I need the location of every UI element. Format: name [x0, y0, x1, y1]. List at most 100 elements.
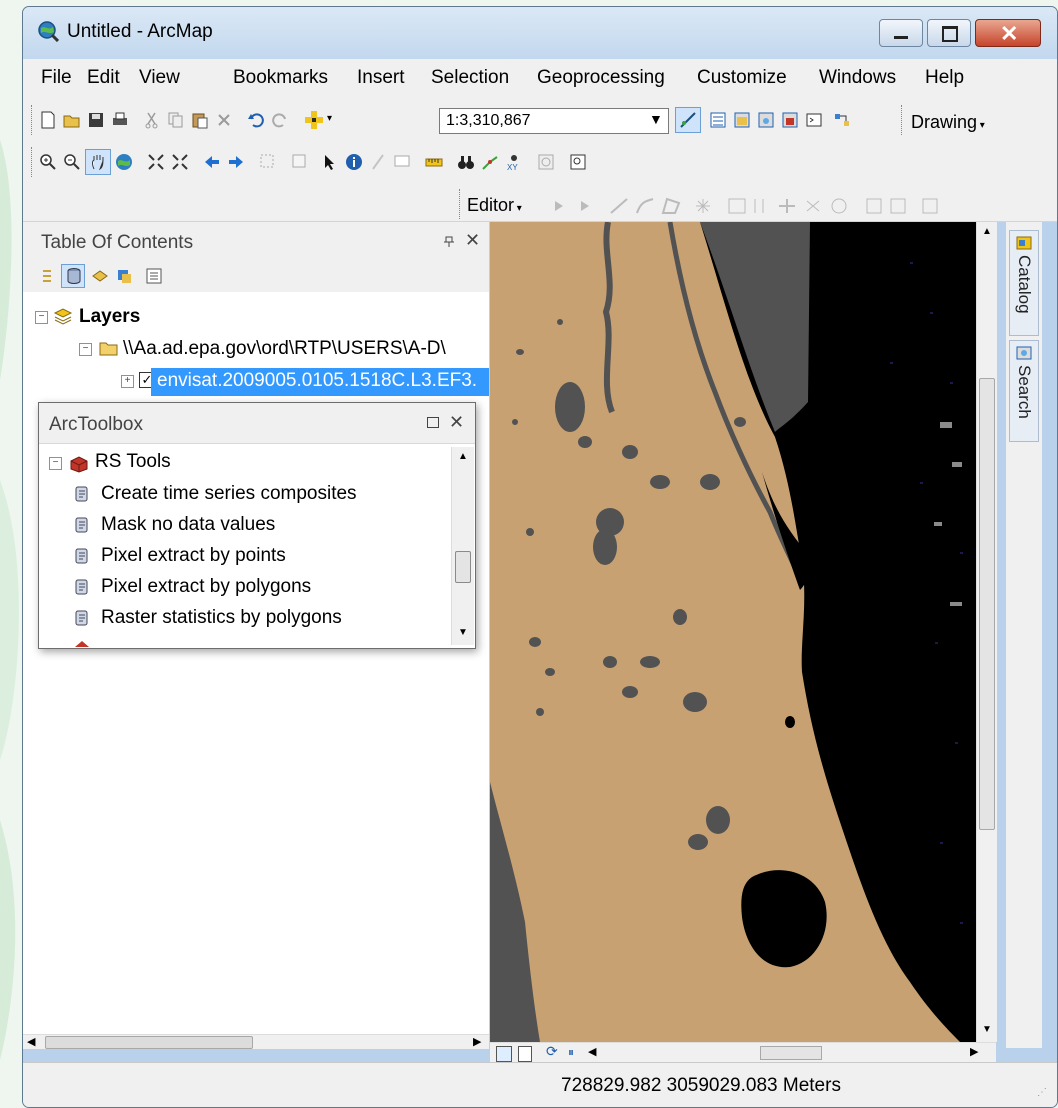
scroll-up-icon[interactable]: ▲	[982, 226, 992, 237]
editor-menu[interactable]: Editor ▾	[467, 195, 522, 216]
minimize-button[interactable]	[879, 19, 923, 47]
layers-collapse-toggle[interactable]: −	[35, 311, 48, 324]
add-data-icon[interactable]	[303, 109, 325, 131]
menu-insert[interactable]: Insert	[357, 67, 405, 89]
scroll-thumb[interactable]	[45, 1036, 253, 1049]
arctoolbox-header[interactable]: ArcToolbox ✕	[39, 403, 475, 444]
magnifier-window-icon[interactable]	[569, 153, 587, 171]
scroll-down-icon[interactable]: ▼	[982, 1024, 992, 1035]
catalog-tab[interactable]: Catalog	[1009, 230, 1039, 336]
map-vertical-scrollbar[interactable]: ▲ ▼	[976, 222, 997, 1042]
folder-collapse-toggle[interactable]: −	[79, 343, 92, 356]
html-popup-icon[interactable]	[393, 153, 411, 171]
toolbar-grip[interactable]	[31, 147, 35, 177]
select-features-icon[interactable]	[259, 153, 277, 171]
float-window-icon[interactable]	[427, 417, 439, 428]
undo-icon[interactable]	[247, 111, 265, 129]
list-by-drawing-order-icon[interactable]	[41, 267, 59, 285]
map-scroll-left-icon[interactable]: ◀	[588, 1045, 596, 1058]
toc-options-icon[interactable]	[145, 267, 163, 285]
table-of-contents-icon[interactable]	[709, 111, 727, 129]
scroll-right-icon[interactable]: ▶	[473, 1035, 481, 1048]
clear-selection-icon[interactable]	[291, 153, 309, 171]
layers-label[interactable]: Layers	[79, 306, 140, 328]
toolbar-grip[interactable]	[31, 105, 35, 135]
menu-bookmarks[interactable]: Bookmarks	[233, 67, 328, 89]
list-by-source-button[interactable]	[61, 264, 85, 288]
drawing-menu[interactable]: Drawing ▾	[911, 112, 985, 133]
forward-extent-icon[interactable]	[227, 153, 245, 171]
map-scroll-thumb[interactable]	[979, 378, 995, 830]
toc-horizontal-scrollbar[interactable]: ◀ ▶	[23, 1034, 489, 1049]
modelbuilder-icon[interactable]	[833, 111, 851, 129]
toolbox-scroll-thumb[interactable]	[455, 551, 471, 583]
save-icon[interactable]	[87, 111, 105, 129]
find-route-icon[interactable]	[481, 153, 499, 171]
menu-windows[interactable]: Windows	[819, 67, 896, 89]
layout-view-button[interactable]	[518, 1046, 532, 1062]
tool-raster-statistics-by-polygons[interactable]: Raster statistics by polygons	[75, 607, 342, 629]
paste-icon[interactable]	[191, 111, 209, 129]
go-to-xy-icon[interactable]: XY	[505, 153, 523, 171]
toolbar-grip[interactable]	[901, 105, 905, 135]
tool-pixel-extract-by-polygons[interactable]: Pixel extract by polygons	[75, 576, 311, 598]
zoom-out-icon[interactable]	[63, 153, 81, 171]
scroll-left-icon[interactable]: ◀	[27, 1035, 35, 1048]
menu-view[interactable]: View	[139, 67, 180, 89]
cut-icon[interactable]	[143, 111, 161, 129]
close-toolbox-icon[interactable]: ✕	[449, 412, 464, 433]
find-binoculars-icon[interactable]	[457, 153, 475, 171]
select-elements-icon[interactable]	[321, 153, 339, 171]
map-scroll-right-icon[interactable]: ▶	[970, 1045, 978, 1058]
toolbox-vertical-scrollbar[interactable]: ▲ ▼	[451, 447, 474, 645]
rs-tools-collapse-toggle[interactable]: −	[49, 457, 62, 470]
maximize-button[interactable]	[927, 19, 971, 47]
print-icon[interactable]	[111, 111, 129, 129]
map-horizontal-thumb[interactable]	[760, 1046, 822, 1060]
arctoolbox-window-icon[interactable]	[781, 111, 799, 129]
resize-grip-icon[interactable]: ⋰	[1037, 1087, 1047, 1098]
new-document-icon[interactable]	[39, 111, 57, 129]
hyperlink-icon[interactable]	[369, 153, 387, 171]
identify-icon[interactable]	[345, 153, 363, 171]
pause-drawing-icon[interactable]: ⏸	[568, 1045, 574, 1060]
close-button[interactable]: ✕	[975, 19, 1041, 47]
pin-icon[interactable]	[443, 236, 455, 248]
tool-create-time-series-composites[interactable]: Create time series composites	[75, 483, 357, 505]
layer-expand-toggle[interactable]: +	[121, 375, 134, 388]
refresh-icon[interactable]: ⟳	[546, 1043, 558, 1060]
open-folder-icon[interactable]	[63, 111, 81, 129]
scroll-down-icon[interactable]: ▼	[458, 627, 468, 638]
layer-name-selected[interactable]: envisat.2009005.0105.1518C.L3.EF3.	[151, 368, 489, 396]
search-tab[interactable]: Search	[1009, 340, 1039, 442]
menu-customize[interactable]: Customize	[697, 67, 787, 89]
list-by-visibility-icon[interactable]	[91, 267, 109, 285]
menu-file[interactable]: File	[41, 67, 72, 89]
data-view-button[interactable]	[496, 1046, 512, 1062]
toolbar-grip[interactable]	[459, 189, 463, 219]
scroll-up-icon[interactable]: ▲	[458, 451, 468, 462]
map-scale-field[interactable]: 1:3,310,867	[439, 108, 669, 134]
tool-pixel-extract-by-points[interactable]: Pixel extract by points	[75, 545, 286, 567]
close-panel-icon[interactable]: ✕	[465, 230, 480, 251]
pan-tool[interactable]	[85, 149, 111, 175]
menu-help[interactable]: Help	[925, 67, 964, 89]
menu-geoprocessing[interactable]: Geoprocessing	[537, 67, 665, 89]
scale-dropdown-icon[interactable]: ▼	[649, 111, 663, 127]
menu-edit[interactable]: Edit	[87, 67, 120, 89]
menu-selection[interactable]: Selection	[431, 67, 509, 89]
tool-mask-no-data-values[interactable]: Mask no data values	[75, 514, 275, 536]
catalog-window-icon[interactable]	[733, 111, 751, 129]
measure-icon[interactable]	[425, 153, 443, 171]
back-extent-icon[interactable]	[203, 153, 221, 171]
redo-icon[interactable]	[271, 111, 289, 129]
map-display[interactable]	[490, 222, 976, 1042]
time-slider-icon[interactable]	[537, 153, 555, 171]
rs-tools-label[interactable]: RS Tools	[95, 451, 171, 473]
copy-icon[interactable]	[167, 111, 185, 129]
full-extent-icon[interactable]	[115, 153, 133, 171]
folder-path[interactable]: \\Aa.ad.epa.gov\ord\RTP\USERS\A-D\	[123, 338, 489, 360]
fixed-zoom-in-icon[interactable]	[147, 153, 165, 171]
zoom-in-icon[interactable]	[39, 153, 57, 171]
add-data-dropdown-icon[interactable]: ▾	[327, 113, 332, 124]
